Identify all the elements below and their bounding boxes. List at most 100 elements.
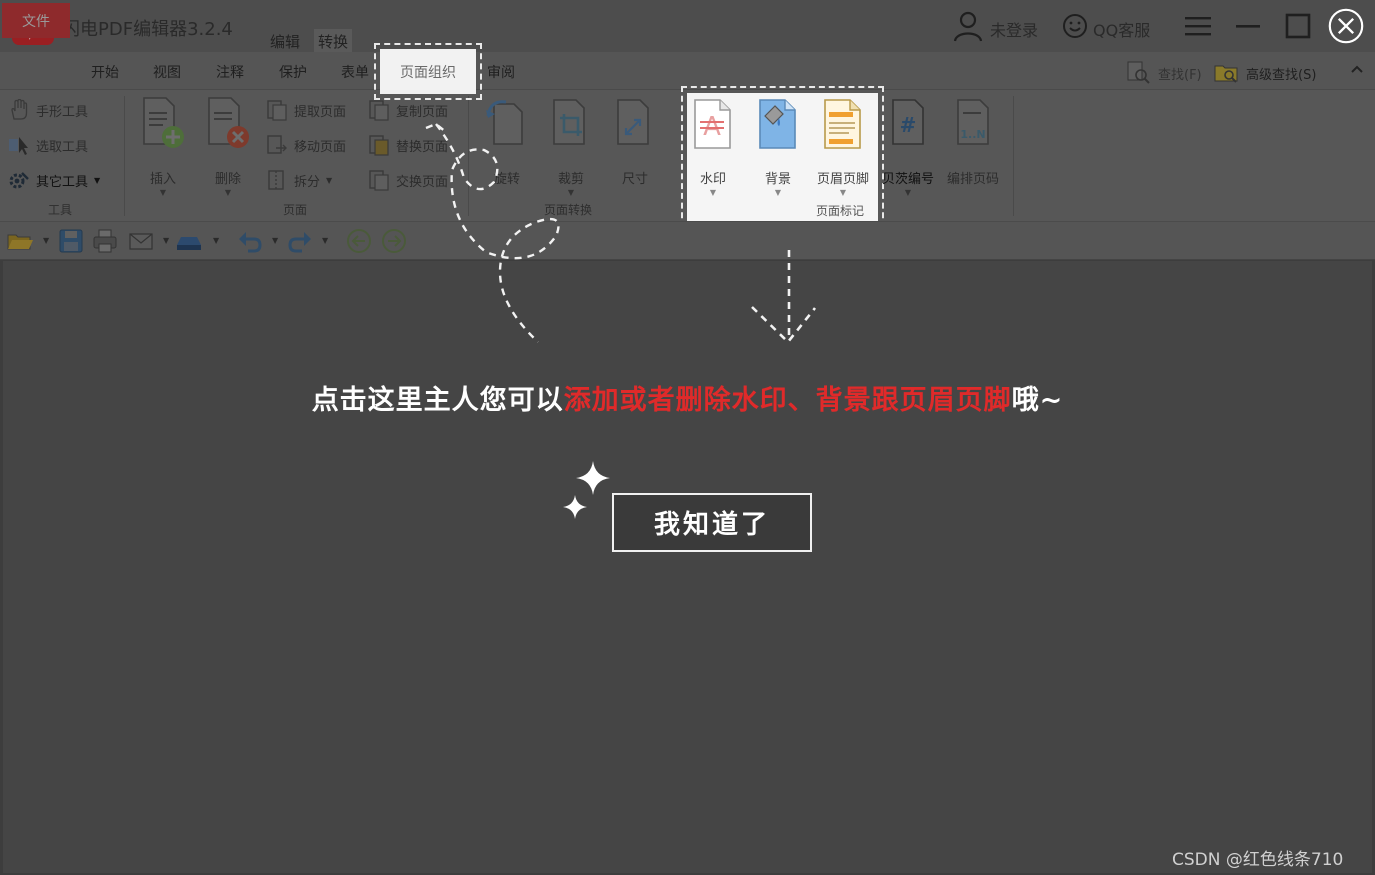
guide-text-after: 哦~ bbox=[1011, 385, 1064, 416]
redo-icon[interactable] bbox=[286, 227, 314, 255]
dropdown-caret-icon[interactable]: ▼ bbox=[213, 236, 219, 245]
tab-review[interactable]: 审阅 bbox=[487, 62, 515, 82]
dropdown-caret-icon: ▼ bbox=[224, 188, 232, 197]
document-area bbox=[3, 261, 1372, 873]
watermark-label: 水印 bbox=[699, 172, 726, 187]
undo-icon[interactable] bbox=[236, 227, 264, 255]
hamburger-menu-icon[interactable] bbox=[1180, 8, 1216, 44]
maximize-icon[interactable] bbox=[1280, 8, 1316, 44]
move-page-button[interactable]: 移动页面 bbox=[266, 133, 346, 157]
page-number-button[interactable]: 1..N 编排页码 bbox=[943, 96, 1003, 187]
page-number-icon: 1..N bbox=[957, 99, 989, 145]
dropdown-caret-icon[interactable]: ▼ bbox=[322, 236, 328, 245]
csdn-watermark: CSDN @红色线条710 bbox=[1172, 850, 1344, 870]
delete-page-button[interactable]: 删除 ▼ bbox=[198, 96, 258, 197]
bates-number-icon: # bbox=[892, 99, 924, 145]
tab-file[interactable]: 文件 bbox=[2, 3, 70, 38]
watermark-icon: A bbox=[694, 99, 731, 149]
hand-tool-label: 手形工具 bbox=[36, 104, 89, 120]
size-label: 尺寸 bbox=[621, 172, 648, 187]
guide-message: 点击这里主人您可以添加或者删除水印、背景跟页眉页脚哦~ bbox=[0, 378, 1375, 417]
extract-page-icon bbox=[267, 100, 287, 121]
header-footer-button[interactable]: 页眉页脚 ▼ bbox=[812, 98, 874, 197]
tab-convert[interactable]: 转换 bbox=[314, 29, 353, 54]
collapse-ribbon-icon[interactable] bbox=[1350, 62, 1364, 78]
qq-support-link[interactable]: QQ客服 bbox=[1093, 17, 1150, 41]
hand-icon bbox=[11, 99, 28, 120]
find-icon[interactable] bbox=[1126, 60, 1150, 84]
move-page-icon bbox=[267, 135, 287, 154]
crop-button[interactable]: 裁剪 ▼ bbox=[541, 96, 601, 197]
dropdown-caret-icon: ▼ bbox=[159, 188, 167, 197]
delete-page-icon bbox=[208, 97, 249, 148]
find-button[interactable]: 查找(F) bbox=[1158, 64, 1202, 83]
email-icon[interactable] bbox=[127, 227, 155, 255]
dropdown-caret-icon: ▼ bbox=[839, 188, 847, 197]
background-button[interactable]: 背景 ▼ bbox=[747, 98, 809, 197]
tab-start[interactable]: 开始 bbox=[91, 62, 119, 82]
replace-page-label: 替换页面 bbox=[396, 139, 449, 155]
got-it-button[interactable]: 我知道了 bbox=[612, 493, 812, 552]
copy-page-button[interactable]: 复制页面 bbox=[368, 98, 448, 122]
size-button[interactable]: 尺寸 bbox=[605, 96, 665, 187]
watermark-button[interactable]: A 水印 ▼ bbox=[682, 98, 744, 197]
ribbon-separator bbox=[1013, 96, 1014, 216]
smiley-icon[interactable] bbox=[1062, 13, 1088, 39]
page-size-icon bbox=[617, 99, 649, 145]
rotate-button[interactable]: 旋转 bbox=[477, 96, 537, 187]
header-footer-label: 页眉页脚 bbox=[816, 172, 869, 187]
guide-text-before: 点击这里主人您可以 bbox=[311, 385, 564, 416]
save-disk-icon[interactable] bbox=[57, 227, 85, 255]
previous-view-icon[interactable] bbox=[345, 227, 373, 255]
sparkle-icon bbox=[576, 461, 610, 495]
background-fill-icon bbox=[759, 99, 796, 149]
extract-page-label: 提取页面 bbox=[294, 104, 347, 120]
dropdown-caret-icon[interactable]: ▼ bbox=[272, 236, 278, 245]
tab-protect[interactable]: 保护 bbox=[279, 62, 307, 82]
select-tool-button[interactable]: 选取工具 bbox=[8, 133, 88, 157]
tab-view[interactable]: 视图 bbox=[153, 62, 181, 82]
swap-page-button[interactable]: 交换页面 bbox=[368, 168, 448, 192]
replace-page-button[interactable]: 替换页面 bbox=[368, 133, 448, 157]
tab-annotate[interactable]: 注释 bbox=[216, 62, 244, 82]
guide-text-highlight: 添加或者删除水印、背景跟页眉页脚 bbox=[563, 385, 1012, 416]
crop-label: 裁剪 bbox=[557, 172, 584, 187]
hand-tool-button[interactable]: 手形工具 bbox=[8, 98, 88, 122]
svg-text:#: # bbox=[900, 113, 917, 137]
tab-edit[interactable]: 编辑 bbox=[266, 29, 304, 54]
advanced-find-button[interactable]: 高级查找(S) bbox=[1246, 64, 1316, 83]
minimize-icon[interactable] bbox=[1230, 8, 1266, 44]
close-icon[interactable] bbox=[1328, 8, 1364, 44]
quick-access-toolbar bbox=[0, 222, 1375, 260]
bates-numbering-button[interactable]: # 贝茨编号 ▼ bbox=[878, 96, 938, 197]
print-icon[interactable] bbox=[91, 227, 119, 255]
user-icon[interactable] bbox=[952, 10, 984, 42]
folder-search-icon[interactable] bbox=[1214, 60, 1238, 84]
open-folder-icon[interactable] bbox=[6, 227, 34, 255]
next-view-icon[interactable] bbox=[380, 227, 408, 255]
scanner-icon[interactable] bbox=[175, 227, 203, 255]
login-status[interactable]: 未登录 bbox=[990, 17, 1038, 41]
convert-group-label: 页面转换 bbox=[544, 203, 593, 217]
app-title: 闪电PDF编辑器3.2.4 bbox=[62, 19, 233, 40]
svg-text:1..N: 1..N bbox=[960, 128, 985, 141]
dropdown-caret-icon[interactable]: ▼ bbox=[43, 236, 49, 245]
sparkle-icon bbox=[563, 495, 587, 519]
split-button[interactable]: 拆分 ▼ bbox=[266, 168, 332, 192]
bates-numbering-label: 贝茨编号 bbox=[881, 172, 934, 187]
other-tools-button[interactable]: 其它工具 ▼ bbox=[8, 168, 100, 192]
split-label: 拆分 bbox=[294, 174, 321, 190]
swap-page-label: 交换页面 bbox=[396, 174, 449, 190]
split-page-icon bbox=[268, 170, 284, 190]
ribbon-separator bbox=[468, 96, 469, 216]
other-tools-label: 其它工具 bbox=[36, 174, 89, 190]
tab-form[interactable]: 表单 bbox=[341, 62, 369, 82]
tab-page-organize[interactable]: 页面组织 bbox=[380, 62, 476, 82]
replace-page-icon bbox=[369, 135, 389, 156]
dropdown-caret-icon[interactable]: ▼ bbox=[163, 236, 169, 245]
extract-page-button[interactable]: 提取页面 bbox=[266, 98, 346, 122]
insert-label: 插入 bbox=[149, 172, 176, 187]
insert-page-button[interactable]: 插入 ▼ bbox=[133, 96, 193, 197]
delete-label: 删除 bbox=[214, 172, 241, 187]
background-label: 背景 bbox=[764, 172, 791, 187]
